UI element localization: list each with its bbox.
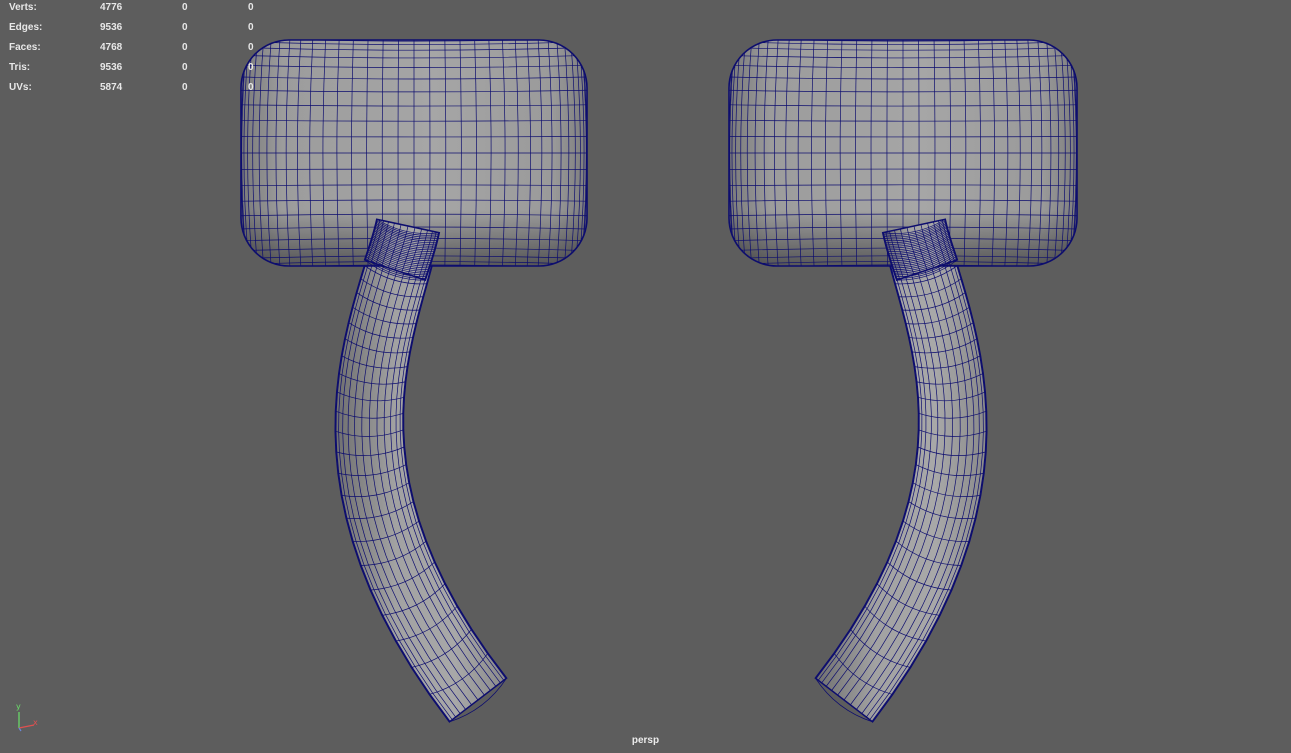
hud-value: 0 bbox=[248, 82, 254, 93]
hud-row-uvs: UVs: 5874 0 0 bbox=[0, 81, 270, 95]
hud-value: 0 bbox=[182, 2, 188, 13]
x-axis-label: x bbox=[33, 718, 38, 727]
hud-value: 0 bbox=[182, 82, 188, 93]
hud-label: Faces: bbox=[9, 42, 41, 53]
hud-label: Tris: bbox=[9, 62, 31, 73]
hud-value: 0 bbox=[182, 22, 188, 33]
hud-value: 0 bbox=[182, 42, 188, 53]
hud-value: 0 bbox=[248, 22, 254, 33]
hud-row-tris: Tris: 9536 0 0 bbox=[0, 61, 270, 75]
3d-viewport[interactable]: Verts: 4776 0 0 Edges: 9536 0 0 Faces: 4… bbox=[0, 0, 1291, 753]
axis-gizmo-icon: y x bbox=[10, 700, 46, 736]
hud-row-faces: Faces: 4768 0 0 bbox=[0, 41, 270, 55]
hud-label: Verts: bbox=[9, 2, 37, 13]
hud-value: 0 bbox=[248, 42, 254, 53]
hud-value: 9536 bbox=[100, 62, 123, 73]
camera-name-label: persp bbox=[631, 735, 660, 746]
hud-value: 9536 bbox=[100, 22, 123, 33]
hud-value: 0 bbox=[182, 62, 188, 73]
hud-value: 4776 bbox=[100, 2, 123, 13]
hud-value: 5874 bbox=[100, 82, 123, 93]
right-mallet-stem[interactable] bbox=[814, 220, 988, 723]
hud-row-edges: Edges: 9536 0 0 bbox=[0, 21, 270, 35]
hud-row-verts: Verts: 4776 0 0 bbox=[0, 1, 270, 15]
hud-label: UVs: bbox=[9, 82, 32, 93]
hud-label: Edges: bbox=[9, 22, 43, 33]
y-axis-label: y bbox=[16, 702, 21, 711]
hud-value: 0 bbox=[248, 2, 254, 13]
hud-value: 0 bbox=[248, 62, 254, 73]
left-mallet-stem[interactable] bbox=[334, 220, 508, 723]
hud-value: 4768 bbox=[100, 42, 123, 53]
scene-canvas[interactable] bbox=[0, 0, 1291, 753]
